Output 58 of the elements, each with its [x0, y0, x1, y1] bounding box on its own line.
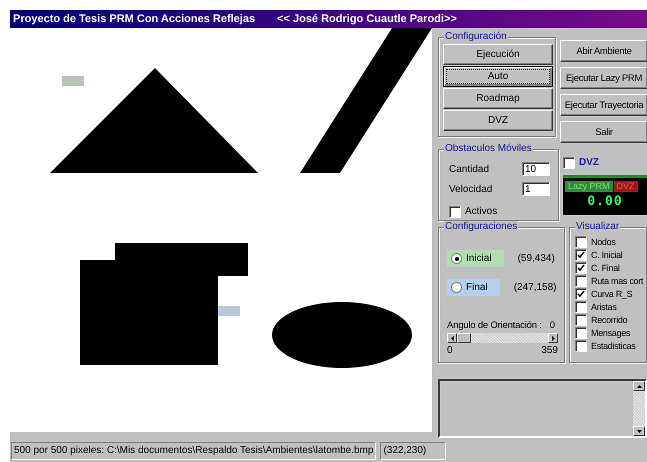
field-label: Angulo de Orientación :	[447, 320, 542, 331]
mode-button[interactable]: Roadmap	[443, 88, 553, 109]
checkbox-label[interactable]: Activos	[465, 206, 498, 218]
checkbox-label[interactable]: Estadisticas	[591, 340, 636, 352]
checkbox-label[interactable]: Nodos	[591, 236, 616, 248]
checkbox[interactable]	[575, 314, 587, 326]
input-field[interactable]: 1	[522, 182, 550, 196]
window-title: Proyecto de Tesis PRM Con Acciones Reflejas	[13, 13, 256, 25]
checkbox-label[interactable]: DVZ	[579, 157, 599, 169]
checkbox[interactable]	[575, 236, 587, 248]
checkbox-label[interactable]: Aristas	[591, 301, 616, 313]
mode-button[interactable]: DVZ	[443, 110, 553, 131]
marker-rect	[62, 76, 84, 86]
angle-value: 0	[550, 320, 555, 331]
coordinates: (247,158)	[514, 282, 556, 293]
checkbox[interactable]	[449, 206, 461, 218]
checkbox[interactable]	[575, 288, 587, 300]
checkbox-label[interactable]: Mensages	[591, 327, 630, 339]
group-title: Configuraciones	[444, 221, 518, 233]
range-min: 0	[447, 345, 453, 356]
display-value: 0.00	[587, 194, 623, 209]
checkbox[interactable]	[563, 157, 575, 169]
up-arrow-icon	[636, 384, 642, 388]
checkbox-label[interactable]: Curva R_S	[591, 288, 632, 300]
window-subtitle: << José Rodrigo Cuautle Parodi>>	[277, 13, 457, 25]
checkbox-label[interactable]: C. Final	[591, 262, 620, 274]
checkbox[interactable]	[575, 249, 587, 261]
marker-rect	[218, 306, 240, 316]
log-area[interactable]	[438, 379, 647, 438]
field-label: Velocidad	[449, 184, 494, 195]
action-button[interactable]: Salir	[560, 121, 647, 143]
checkbox[interactable]	[575, 262, 587, 274]
checkbox[interactable]	[575, 327, 587, 339]
input-field[interactable]: 10	[522, 162, 550, 176]
group-title: Configuración	[444, 31, 508, 43]
action-button[interactable]: Ejecutar Trayectoria	[560, 94, 647, 116]
down-arrow-icon	[636, 428, 642, 434]
status-path: 500 por 500 pixeles: C:\Mis documentos\Respaldo Tesis\Ambientes\latombe.bmp	[11, 442, 376, 460]
radio-button[interactable]: Inicial	[447, 250, 504, 267]
radio-button[interactable]: Final	[447, 279, 500, 296]
checkbox-label[interactable]: Ruta mas cort	[591, 275, 644, 287]
range-max: 359	[541, 345, 558, 356]
coordinates: (59,434)	[518, 253, 555, 264]
checkbox[interactable]	[575, 340, 587, 352]
scroll-up-button[interactable]	[633, 381, 645, 391]
field-label: Cantidad	[449, 164, 490, 175]
mode-button[interactable]: Auto	[443, 66, 553, 87]
checkbox[interactable]	[575, 301, 587, 313]
mode-button[interactable]: Ejecución	[443, 44, 553, 65]
checkbox-label[interactable]: C. Inicial	[591, 249, 623, 261]
scroll-down-button[interactable]	[633, 426, 645, 436]
checkbox[interactable]	[575, 275, 587, 287]
check-icon	[577, 290, 585, 298]
scrollbar[interactable]	[633, 381, 645, 436]
action-button[interactable]: Ejecutar Lazy PRM	[560, 67, 647, 89]
checkbox-label[interactable]: Recorrido	[591, 314, 628, 326]
action-button[interactable]: Abir Ambiente	[560, 40, 647, 62]
status-coordinates: (322,230)	[380, 442, 446, 460]
